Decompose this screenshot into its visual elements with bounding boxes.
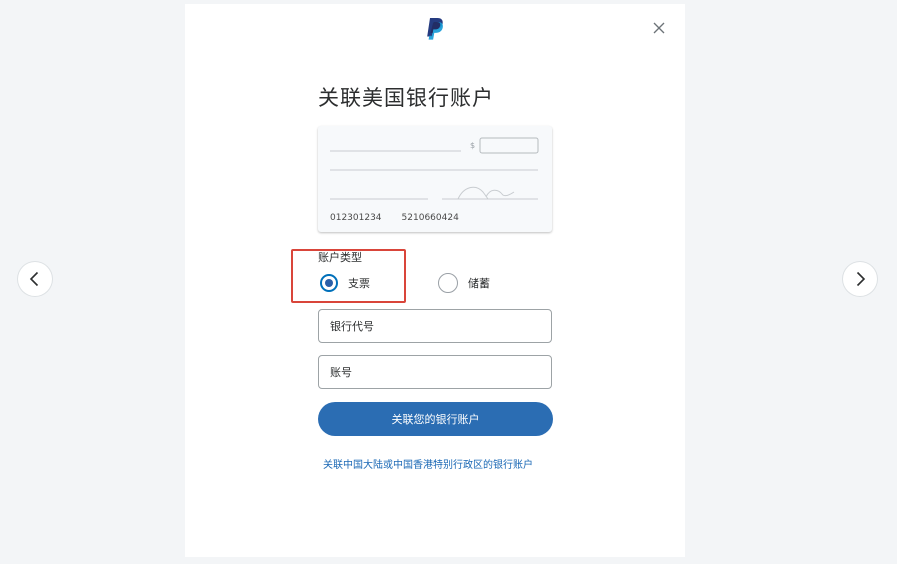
- screen: 关联美国银行账户 $ 0123012345210660424 账户类型 支票: [0, 0, 897, 564]
- account-number-input[interactable]: [318, 355, 552, 389]
- radio-checking-circle[interactable]: [320, 274, 338, 292]
- link-bank-button[interactable]: 关联您的银行账户: [318, 402, 553, 436]
- link-china-bank[interactable]: 关联中国大陆或中国香港特别行政区的银行账户: [323, 456, 533, 471]
- page-title: 关联美国银行账户: [318, 86, 494, 110]
- prev-arrow-button[interactable]: [18, 262, 52, 296]
- routing-number-text: 012301234: [330, 213, 382, 223]
- check-illustration: $ 012301234 5210660424: [318, 126, 552, 232]
- radio-savings-label: 储蓄: [468, 277, 490, 290]
- radio-savings-circle[interactable]: [438, 273, 458, 293]
- check-dollar-sign: $: [470, 141, 475, 150]
- close-icon[interactable]: [651, 20, 667, 36]
- chevron-left-icon: [29, 271, 39, 287]
- routing-number-input[interactable]: [318, 309, 552, 343]
- check-number-row: 012301234 5210660424: [330, 213, 459, 223]
- account-number-text: 5210660424: [401, 213, 459, 223]
- chevron-right-icon: [856, 271, 866, 287]
- radio-savings[interactable]: 储蓄: [438, 271, 490, 295]
- paypal-logo-icon: [427, 18, 443, 40]
- radio-checking-label: 支票: [348, 277, 370, 290]
- link-bank-modal: 关联美国银行账户 $ 0123012345210660424 账户类型 支票: [185, 4, 685, 557]
- next-arrow-button[interactable]: [843, 262, 877, 296]
- radio-checking[interactable]: 支票: [320, 271, 370, 295]
